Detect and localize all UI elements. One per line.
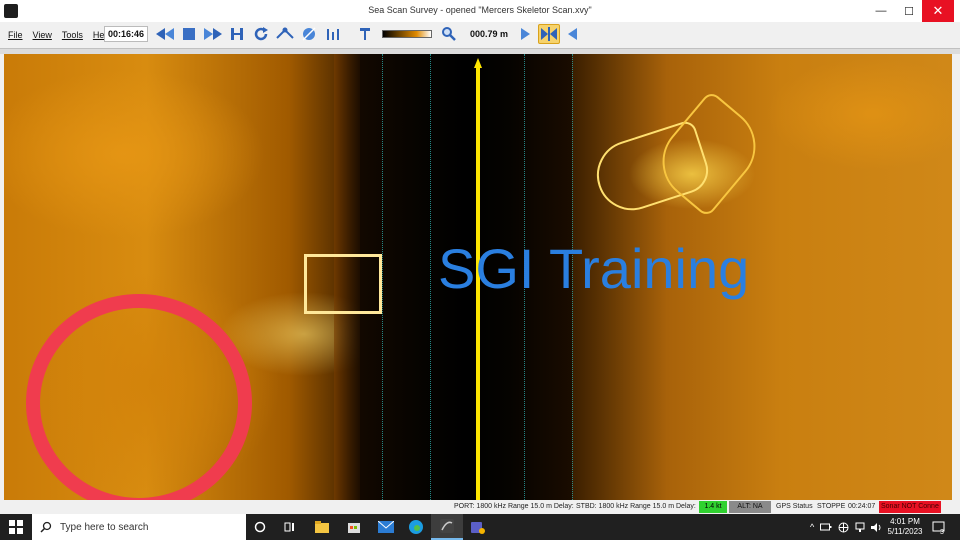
- watermark-text: SGI Training: [438, 237, 750, 300]
- battery-icon[interactable]: [820, 522, 832, 532]
- waypoint-icon: [276, 27, 294, 39]
- next-icon: [521, 28, 531, 40]
- nadir-arrow-icon[interactable]: [474, 58, 482, 68]
- status-playback: STOPPED: [817, 503, 845, 510]
- stop-icon: [183, 28, 196, 40]
- clock-date: 5/11/2023: [887, 527, 923, 536]
- taskbar-teams[interactable]: [462, 514, 494, 540]
- chevron-up-icon[interactable]: ^: [810, 522, 814, 532]
- pin-icon: [360, 28, 371, 40]
- status-starboard: STBD: 1800 kHz Range 15.0 m Delay: 0: [576, 503, 698, 510]
- notification-count: 3: [940, 529, 944, 534]
- reload-icon: [254, 27, 269, 41]
- pin-button[interactable]: [354, 24, 376, 44]
- prev-button[interactable]: [562, 24, 584, 44]
- mark-icon: [231, 28, 244, 40]
- menu-bar: File View Tools Help: [0, 22, 111, 48]
- target-button[interactable]: [298, 24, 320, 44]
- notification-icon: 3: [932, 521, 945, 536]
- sonar-waterfall-view[interactable]: SGI Training: [4, 54, 952, 500]
- highlight-circle: [26, 294, 252, 500]
- reload-button[interactable]: [250, 24, 272, 44]
- taskbar-sea-scan[interactable]: [431, 514, 463, 540]
- minimize-button[interactable]: —: [867, 0, 895, 22]
- cortana-button[interactable]: [244, 514, 276, 540]
- app-window: Sea Scan Survey - opened "Mercers Skelet…: [0, 0, 960, 514]
- zoom-button[interactable]: [438, 24, 460, 44]
- waypoint-button[interactable]: [274, 24, 296, 44]
- system-tray: ^: [810, 514, 883, 540]
- status-gps: GPS Status: [776, 503, 813, 510]
- taskbar: Type here to search ^ 4:01 PM 5/11/2023 …: [0, 514, 960, 540]
- fast-forward-icon: [204, 28, 223, 40]
- taskbar-edge[interactable]: [400, 514, 432, 540]
- zoom-icon: [442, 27, 456, 41]
- notification-button[interactable]: 3: [932, 520, 946, 536]
- task-view-icon: [284, 522, 294, 532]
- taskbar-mail[interactable]: [370, 514, 402, 540]
- mark-button[interactable]: [226, 24, 248, 44]
- taskbar-file-explorer[interactable]: [306, 514, 338, 540]
- cortana-icon: [254, 521, 266, 533]
- playback-time: 00:16:46: [104, 26, 149, 42]
- status-port: PORT: 1800 kHz Range 15.0 m Delay: 0: [454, 503, 574, 510]
- network-icon[interactable]: [855, 522, 865, 533]
- status-speed: 1.4 kt: [699, 501, 727, 513]
- menu-tools[interactable]: Tools: [62, 30, 83, 40]
- stop-button[interactable]: [178, 24, 200, 44]
- mail-icon: [378, 521, 394, 533]
- rewind-icon: [156, 28, 175, 40]
- fast-forward-button[interactable]: [202, 24, 224, 44]
- split-view-icon: [541, 27, 558, 41]
- status-bar: PORT: 1800 kHz Range 15.0 m Delay: 0 STB…: [0, 500, 960, 514]
- rewind-button[interactable]: [154, 24, 176, 44]
- maximize-button[interactable]: ☐: [895, 0, 923, 22]
- toolbar: 00:16:46 000.79 m: [104, 22, 584, 46]
- taskbar-store[interactable]: [338, 514, 370, 540]
- target-icon: [302, 27, 316, 41]
- menu-view[interactable]: View: [33, 30, 52, 40]
- prev-icon: [568, 28, 578, 40]
- taskbar-search[interactable]: Type here to search: [32, 514, 246, 540]
- taskbar-clock[interactable]: 4:01 PM 5/11/2023: [882, 517, 928, 537]
- window-title: Sea Scan Survey - opened "Mercers Skelet…: [368, 5, 592, 15]
- folder-icon: [315, 521, 329, 533]
- next-button[interactable]: [514, 24, 536, 44]
- clock-time: 4:01 PM: [890, 517, 920, 526]
- status-time: 00:24:07: [848, 503, 876, 510]
- search-icon: [40, 521, 52, 533]
- start-button[interactable]: [0, 514, 32, 540]
- search-placeholder: Type here to search: [60, 521, 149, 533]
- sea-scan-icon: [440, 519, 454, 533]
- windows-icon: [9, 520, 23, 534]
- measure-button[interactable]: [322, 24, 344, 44]
- globe-icon[interactable]: [838, 522, 849, 533]
- range-line: [430, 54, 431, 500]
- edge-icon: [409, 520, 423, 534]
- range-line: [382, 54, 383, 500]
- sonar-target-structure: [304, 254, 382, 314]
- status-sonar-connection: Sonar NOT Conne: [879, 501, 941, 513]
- range-gain-bar[interactable]: [382, 30, 433, 38]
- split-view-button[interactable]: [538, 24, 561, 44]
- task-view-button[interactable]: [274, 514, 306, 540]
- close-button[interactable]: ✕: [922, 0, 954, 22]
- measure-icon: [327, 29, 340, 40]
- status-altitude: ALT: NA: [729, 501, 771, 513]
- menu-file[interactable]: File: [8, 30, 23, 40]
- range-value: 000.79 m: [470, 29, 509, 39]
- store-icon: [348, 523, 360, 533]
- title-bar: Sea Scan Survey - opened "Mercers Skelet…: [0, 0, 960, 22]
- teams-icon: [471, 522, 485, 534]
